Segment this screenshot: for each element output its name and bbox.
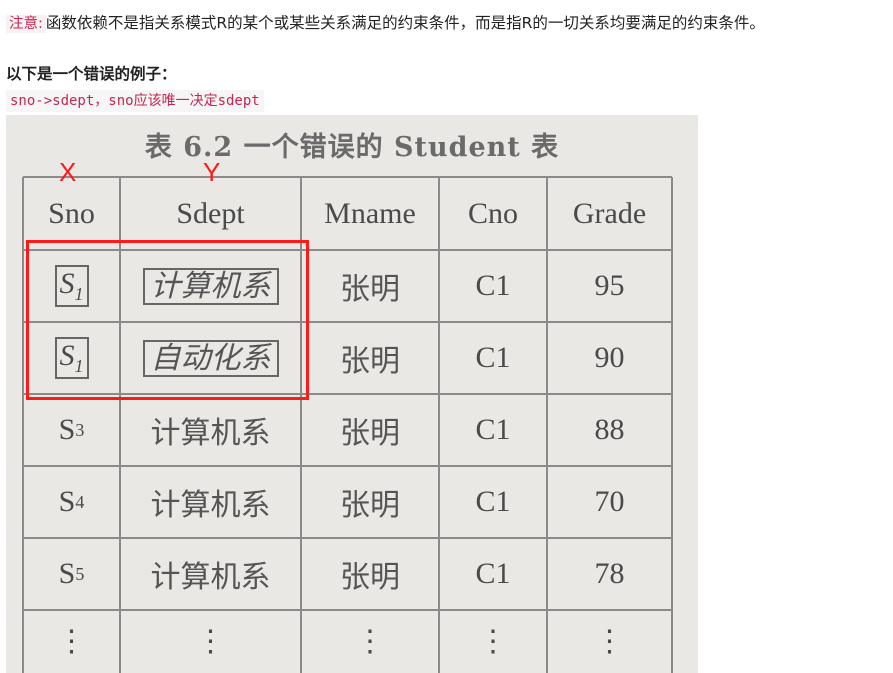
table-row-3-mname: 张明 <box>340 416 400 451</box>
table-row-1-mname: 张明 <box>340 272 400 307</box>
table-row-6-mname: ⋮ <box>355 625 385 658</box>
table-row-5-mname: 张明 <box>340 560 400 595</box>
table-row-4-sno: S4 <box>58 485 85 518</box>
example-heading: 以下是一个错误的例子： <box>6 65 177 83</box>
inline-code: sno->sdept，sno应该唯一决定sdept <box>6 90 264 112</box>
table-row-6-sno: ⋮ <box>56 625 87 658</box>
table-row-5-cno: C1 <box>475 557 511 590</box>
table-row-2-grade: 90 <box>594 341 625 374</box>
table-row-3-sno: S3 <box>58 413 85 446</box>
header-mname: Mname <box>324 196 416 230</box>
table-row-4-mname: 张明 <box>340 488 400 523</box>
table-row-3-sdept: 计算机系 <box>150 416 271 451</box>
table-row-6-cno: ⋮ <box>478 625 508 658</box>
table-row-5-grade: 78 <box>594 557 625 590</box>
table-row-6-grade: ⋮ <box>594 625 625 658</box>
header-cno: Cno <box>467 196 518 230</box>
table-row-1-grade: 95 <box>594 269 625 302</box>
header-grade: Grade <box>572 196 647 230</box>
table-row-6-sdept: ⋮ <box>195 625 226 658</box>
table-row-3-cno: C1 <box>475 413 511 446</box>
table-row-4-cno: C1 <box>475 485 511 518</box>
table-row-1-cno: C1 <box>475 269 511 302</box>
note-line: 注意: 函数依赖不是指关系模式R的某个或某些关系满足的约束条件，而是指R的一切关系… <box>6 12 765 35</box>
table-row-2-mname: 张明 <box>340 344 400 379</box>
note-text: 函数依赖不是指关系模式R的某个或某些关系满足的约束条件，而是指R的一切关系均要满… <box>45 14 765 32</box>
note-tag: 注意: <box>6 15 46 33</box>
table-row-4-grade: 70 <box>594 485 625 518</box>
red-highlight-box <box>26 240 309 400</box>
table-row-2-cno: C1 <box>475 341 511 374</box>
table-row-4-sdept: 计算机系 <box>150 488 271 523</box>
table-row-5-sdept: 计算机系 <box>150 560 271 595</box>
table-row-3-grade: 88 <box>594 413 625 446</box>
table-row-5-sno: S5 <box>58 557 85 590</box>
table-image: 表 6.2 一个错误的 Student 表 X Y Sno Sdept Mnam… <box>6 115 698 673</box>
